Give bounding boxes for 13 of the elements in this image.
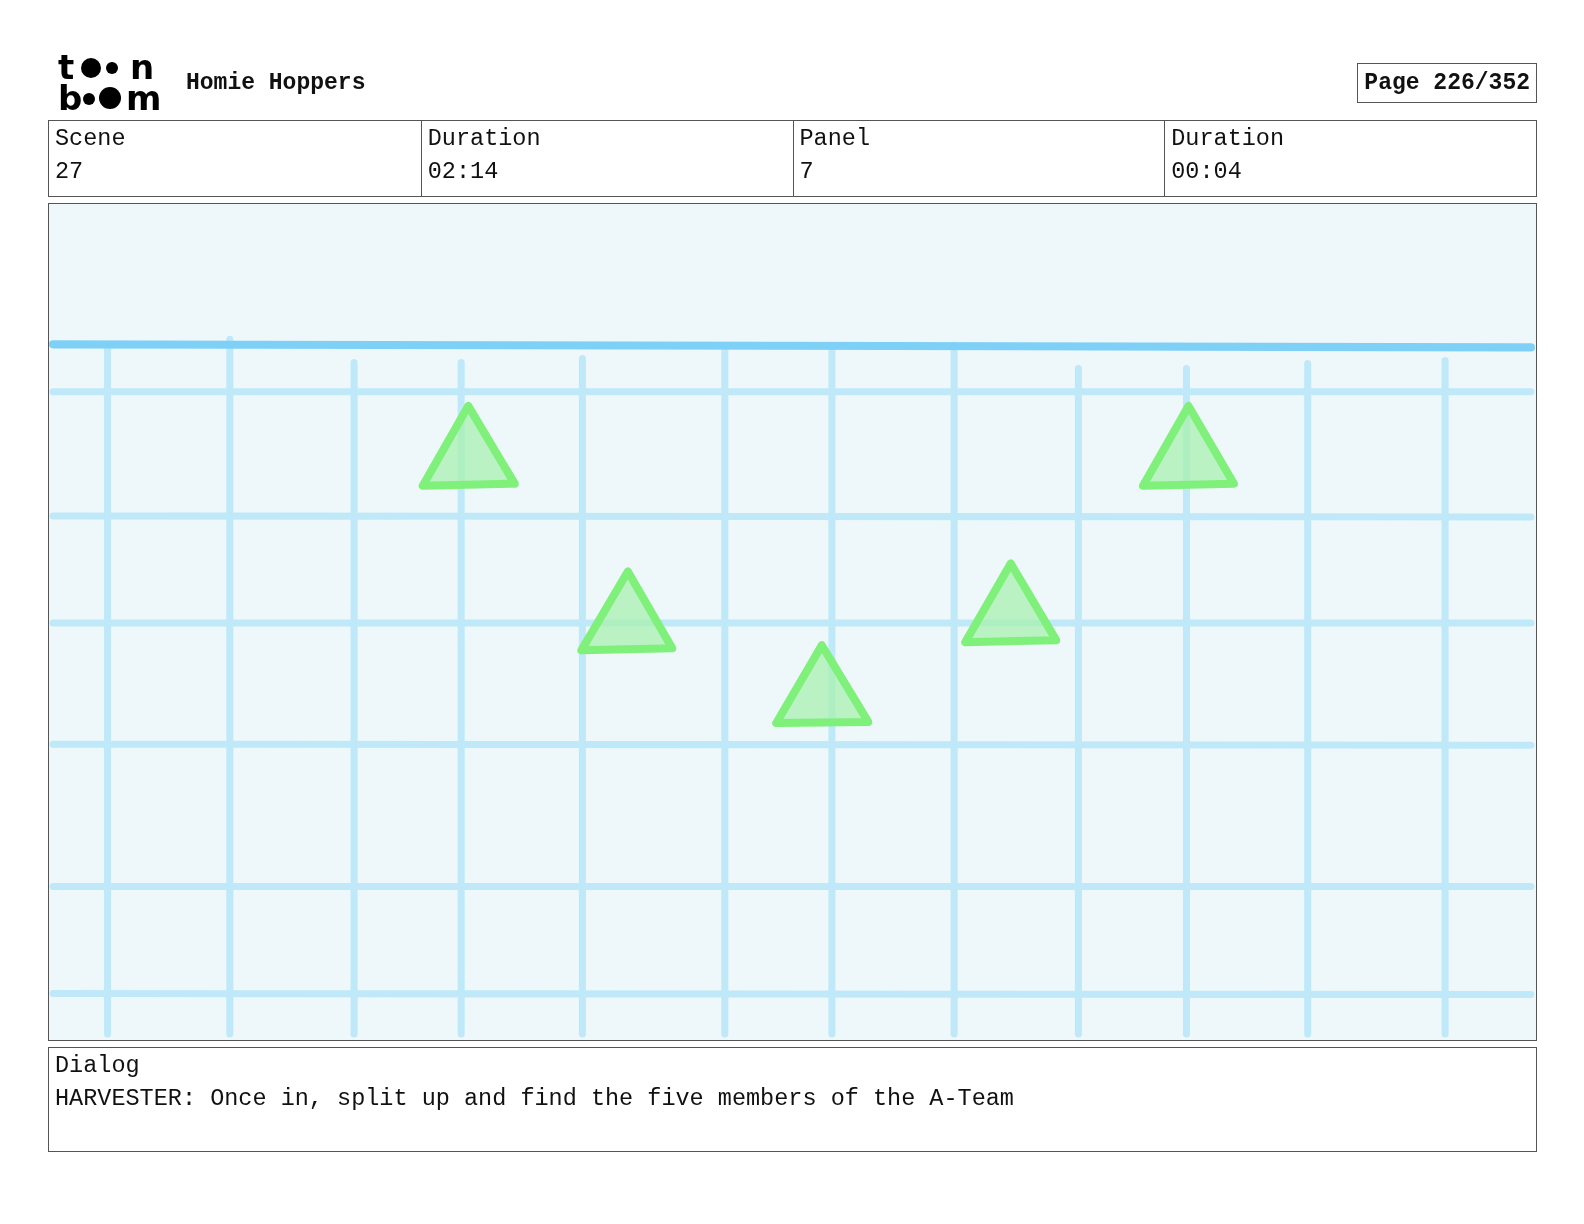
field-value: 7 (799, 159, 814, 184)
field-label: Duration (1171, 126, 1285, 151)
field-label: Scene (55, 126, 126, 151)
field-value: 00:04 (1171, 159, 1242, 184)
dialog-text: HARVESTER: Once in, split up and find the five members of the A-Team (55, 1086, 1014, 1111)
field-label: Duration (427, 126, 541, 151)
logo: t n b m (52, 52, 164, 114)
dialog-label: Dialog (55, 1053, 140, 1078)
page-number: Page 226/352 (1357, 63, 1537, 103)
field-label: Panel (799, 126, 870, 151)
field-value: 02:14 (427, 159, 499, 184)
field-value: 27 (55, 159, 84, 184)
project-title: Homie Hoppers (186, 70, 366, 96)
